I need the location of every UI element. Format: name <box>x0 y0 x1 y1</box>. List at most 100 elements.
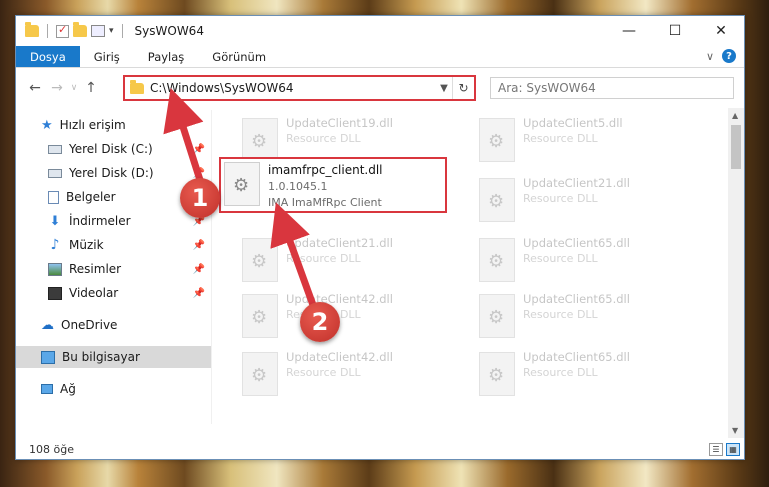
chevron-down-icon[interactable]: ▼ <box>436 83 452 94</box>
nav-item-pictures[interactable]: Resimler 📌 <box>16 258 211 280</box>
file-version: 1.0.1045.1 <box>268 180 328 193</box>
network-icon <box>41 384 53 394</box>
file-name: UpdateClient21.dll <box>523 176 630 190</box>
pin-icon[interactable]: 📌 <box>193 264 205 275</box>
nav-item-videos[interactable]: Videolar 📌 <box>16 282 211 304</box>
minimize-button[interactable]: — <box>606 16 652 46</box>
forward-icon[interactable]: → <box>46 80 68 96</box>
properties-check-icon[interactable] <box>56 23 69 38</box>
dll-file-icon <box>242 118 278 162</box>
nav-item-this-pc[interactable]: Bu bilgisayar <box>16 346 211 368</box>
window-title: SysWOW64 <box>134 24 204 38</box>
file-name: UpdateClient65.dll <box>523 350 630 364</box>
music-icon: ♪ <box>50 237 60 253</box>
file-tile[interactable]: UpdateClient65.dll Resource DLL <box>479 236 630 282</box>
nav-label: Belgeler <box>66 190 116 204</box>
folder-icon <box>130 79 144 94</box>
file-name: UpdateClient42.dll <box>286 292 393 306</box>
folder-icon[interactable] <box>25 22 39 37</box>
recent-locations-icon[interactable]: ∨ <box>68 83 80 93</box>
chevron-down-icon[interactable]: ▾ <box>109 26 114 36</box>
tiles-view-icon[interactable]: ▦ <box>726 443 740 456</box>
nav-label: OneDrive <box>61 318 118 332</box>
file-tile[interactable]: UpdateClient65.dll Resource DLL <box>479 292 630 338</box>
file-name: UpdateClient19.dll <box>286 116 393 130</box>
highlighted-file-tile[interactable]: imamfrpc_client.dll 1.0.1045.1 IMA ImaMf… <box>219 157 447 213</box>
tab-file[interactable]: Dosya <box>16 46 80 67</box>
file-tile[interactable]: UpdateClient19.dll Resource DLL <box>242 116 393 162</box>
file-type: Resource DLL <box>286 132 361 145</box>
new-folder-icon[interactable] <box>73 22 87 37</box>
properties-icon[interactable] <box>91 25 105 37</box>
details-view-icon[interactable]: ☰ <box>709 443 723 456</box>
cloud-icon: ☁ <box>41 317 54 333</box>
nav-label: Ağ <box>60 382 76 396</box>
nav-item-music[interactable]: ♪ Müzik 📌 <box>16 234 211 256</box>
file-name: UpdateClient65.dll <box>523 292 630 306</box>
dll-file-icon <box>479 238 515 282</box>
nav-item-quick-access[interactable]: ★ Hızlı erişim <box>16 114 211 136</box>
help-icon[interactable]: ? <box>722 49 736 63</box>
video-icon <box>48 286 62 300</box>
step-badge-1: 1 <box>180 178 220 218</box>
file-tile[interactable]: UpdateClient5.dll Resource DLL <box>479 116 623 162</box>
file-tile[interactable]: UpdateClient42.dll Resource DLL <box>242 350 393 396</box>
file-name: UpdateClient21.dll <box>286 236 393 250</box>
nav-item-local-disk-d[interactable]: Yerel Disk (D:) 📌 <box>16 162 211 184</box>
view-switcher: ☰ ▦ <box>709 443 740 456</box>
file-name: UpdateClient5.dll <box>523 116 623 130</box>
window-controls: — ☐ ✕ <box>606 16 744 46</box>
file-type: Resource DLL <box>523 308 598 321</box>
nav-label: Bu bilgisayar <box>62 350 140 364</box>
file-type: Resource DLL <box>523 252 598 265</box>
file-tile[interactable]: UpdateClient21.dll Resource DLL <box>479 176 630 222</box>
nav-label: İndirmeler <box>69 214 131 228</box>
explorer-window: ▾ SysWOW64 — ☐ ✕ Dosya Giriş Paylaş Görü… <box>15 15 745 460</box>
expand-ribbon-icon[interactable]: ∨ <box>706 50 714 63</box>
file-type: Resource DLL <box>523 366 598 379</box>
nav-item-network[interactable]: Ağ <box>16 378 211 400</box>
nav-label: Videolar <box>69 286 119 300</box>
pin-icon[interactable]: 📌 <box>193 288 205 299</box>
pin-icon[interactable]: 📌 <box>193 144 205 155</box>
nav-label: Resimler <box>69 262 122 276</box>
nav-label: Yerel Disk (D:) <box>69 166 154 180</box>
documents-icon <box>48 190 59 204</box>
star-icon: ★ <box>41 117 53 133</box>
tab-view[interactable]: Görünüm <box>198 46 280 67</box>
scrollbar-thumb[interactable] <box>731 125 741 169</box>
computer-icon <box>41 350 55 364</box>
navigation-pane: ★ Hızlı erişim Yerel Disk (C:) 📌 Yerel D… <box>16 114 211 424</box>
file-list: UpdateClient19.dll Resource DLL UpdateCli… <box>212 108 726 428</box>
nav-item-local-disk-c[interactable]: Yerel Disk (C:) 📌 <box>16 138 211 160</box>
pictures-icon <box>48 262 62 276</box>
nav-label: Müzik <box>69 238 104 252</box>
dll-file-icon <box>479 352 515 396</box>
dll-file-icon <box>242 352 278 396</box>
dll-file-icon <box>242 294 278 338</box>
search-input[interactable]: Ara: SysWOW64 <box>490 77 734 99</box>
download-icon: ⬇ <box>49 213 61 229</box>
maximize-button[interactable]: ☐ <box>652 16 698 46</box>
tab-home[interactable]: Giriş <box>80 46 134 67</box>
file-tile[interactable]: UpdateClient65.dll Resource DLL <box>479 350 630 396</box>
vertical-scrollbar[interactable]: ▲ ▼ <box>728 108 744 438</box>
file-tile[interactable]: UpdateClient21.dll Resource DLL <box>242 236 393 282</box>
refresh-icon[interactable]: ↻ <box>452 77 474 99</box>
dll-file-icon <box>224 162 260 206</box>
up-icon[interactable]: ↑ <box>80 80 102 96</box>
scroll-down-icon[interactable]: ▼ <box>732 426 738 435</box>
back-icon[interactable]: ← <box>24 80 46 96</box>
address-path[interactable]: C:\Windows\SysWOW64 <box>150 81 436 95</box>
nav-item-onedrive[interactable]: ☁ OneDrive <box>16 314 211 336</box>
dll-file-icon <box>479 178 515 222</box>
close-button[interactable]: ✕ <box>698 16 744 46</box>
pin-icon[interactable]: 📌 <box>193 168 205 179</box>
nav-item-downloads[interactable]: ⬇ İndirmeler 📌 <box>16 210 211 232</box>
scroll-up-icon[interactable]: ▲ <box>732 111 738 120</box>
pin-icon[interactable]: 📌 <box>193 240 205 251</box>
tab-share[interactable]: Paylaş <box>134 46 199 67</box>
title-bar: ▾ SysWOW64 — ☐ ✕ <box>16 16 744 46</box>
address-bar[interactable]: C:\Windows\SysWOW64 ▼ ↻ <box>123 75 476 101</box>
nav-label: Yerel Disk (C:) <box>69 142 153 156</box>
